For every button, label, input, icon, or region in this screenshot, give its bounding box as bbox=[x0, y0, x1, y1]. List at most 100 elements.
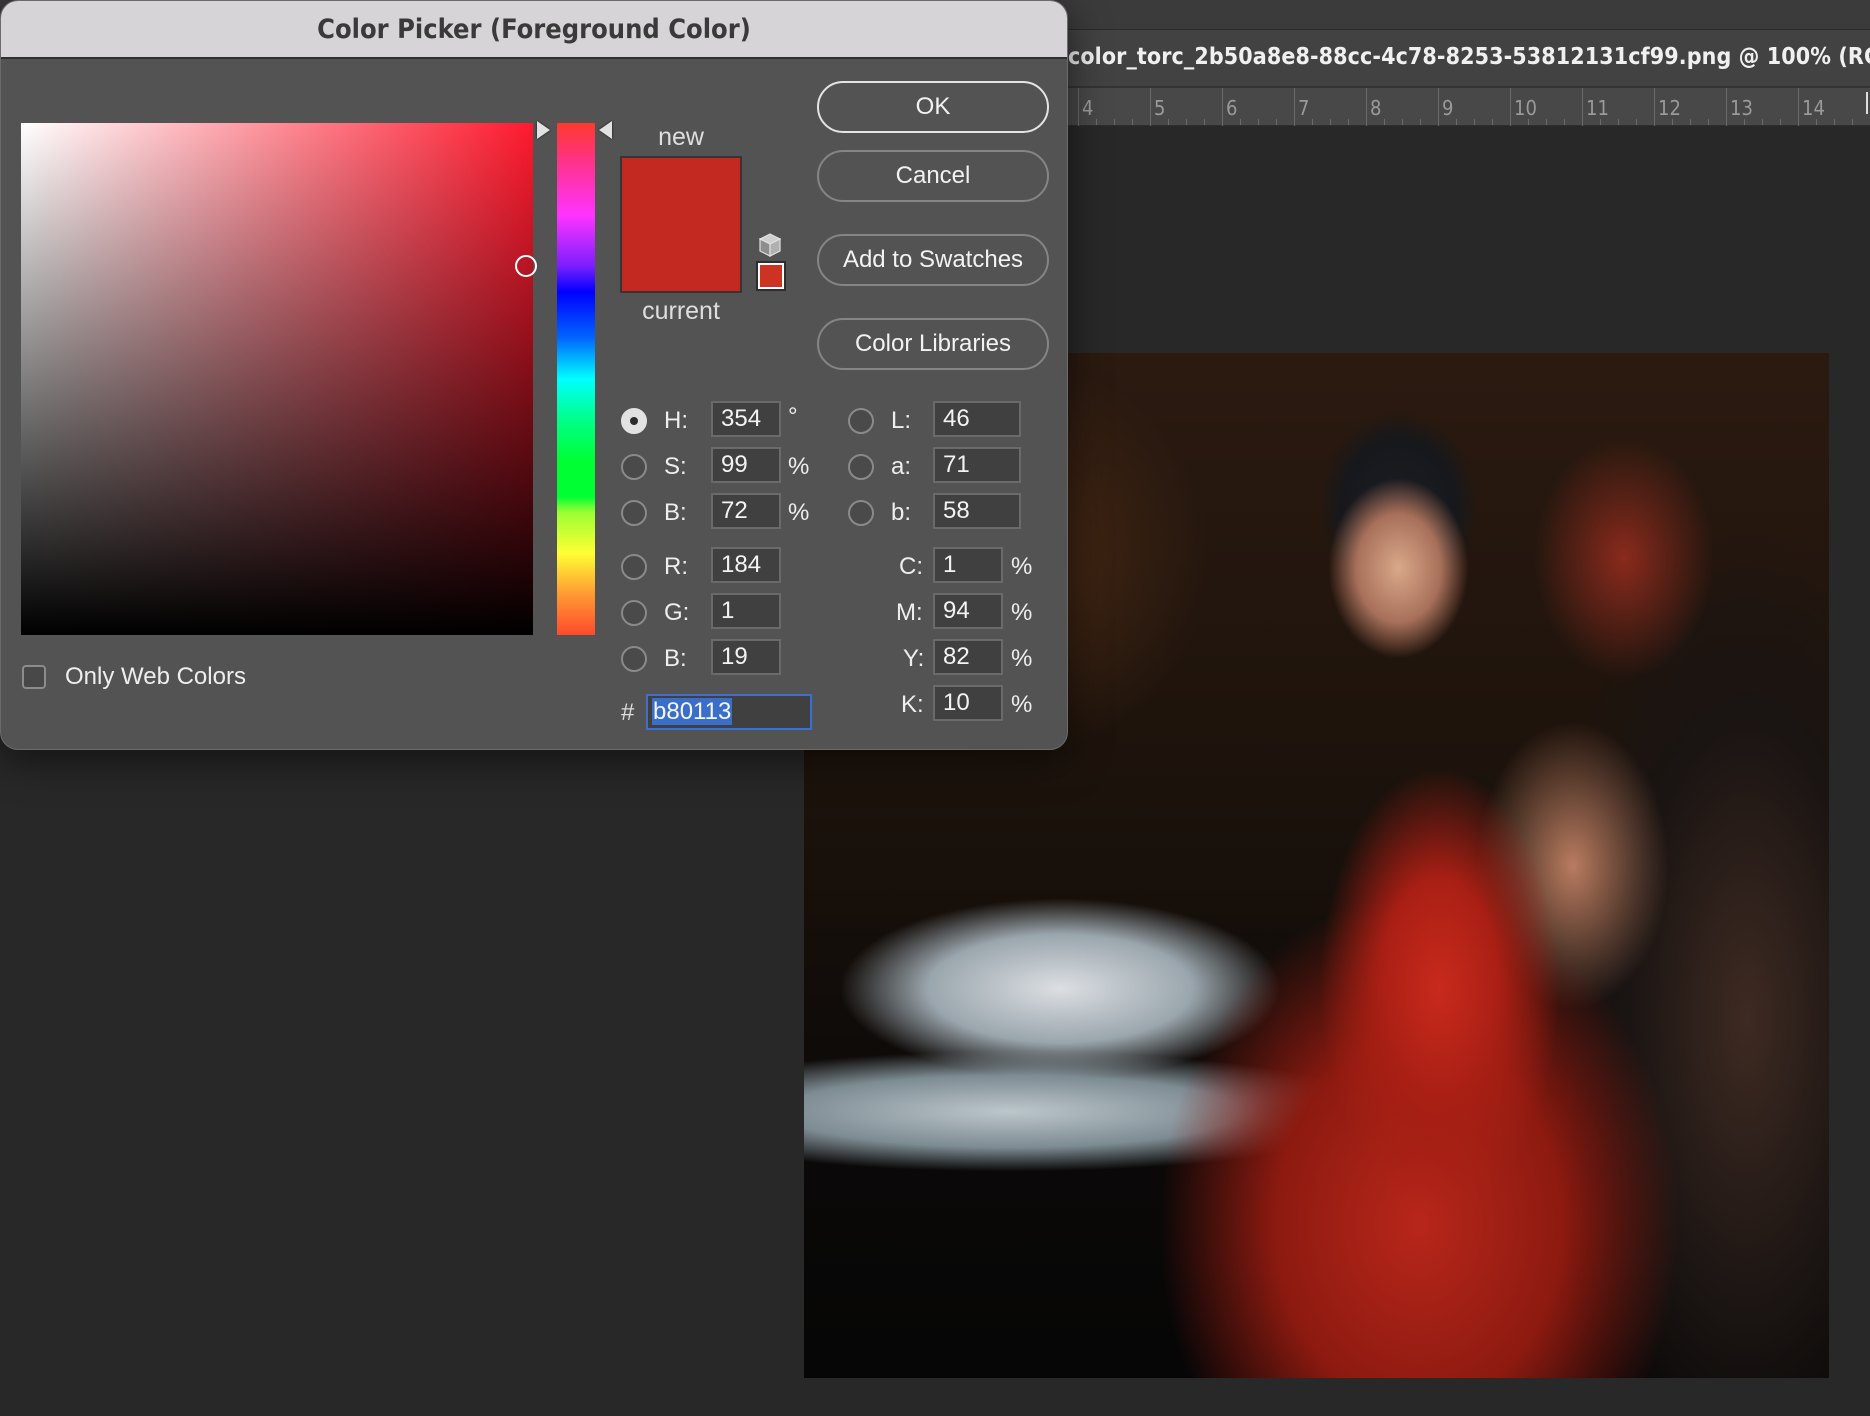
black-unit: % bbox=[1011, 691, 1033, 718]
only-web-colors-label[interactable]: Only Web Colors bbox=[65, 663, 246, 691]
ruler-major-tick bbox=[1726, 88, 1727, 126]
black-label: K: bbox=[901, 691, 924, 718]
cyan-input[interactable]: 1 bbox=[933, 547, 1003, 583]
magenta-input[interactable]: 94 bbox=[933, 593, 1003, 629]
ruler-minor-tick bbox=[1528, 119, 1529, 125]
ruler-major-tick bbox=[1654, 88, 1655, 126]
lab-b-label: b: bbox=[891, 499, 912, 526]
cancel-button[interactable]: Cancel bbox=[817, 150, 1049, 202]
ruler-minor-tick bbox=[1132, 119, 1133, 125]
ruler-minor-tick bbox=[1114, 119, 1115, 125]
color-field-marker[interactable] bbox=[515, 255, 537, 277]
red-radio[interactable] bbox=[621, 554, 647, 580]
only-web-colors-checkbox[interactable] bbox=[22, 665, 46, 689]
hue-input[interactable]: 354 bbox=[711, 401, 781, 437]
red-input[interactable]: 184 bbox=[711, 547, 781, 583]
ruler-minor-tick bbox=[1348, 119, 1349, 125]
ruler-minor-tick bbox=[1564, 119, 1565, 125]
lab-l-label: L: bbox=[891, 407, 912, 434]
saturation-brightness-field[interactable] bbox=[21, 123, 533, 635]
blue-radio[interactable] bbox=[621, 646, 647, 672]
document-tab-title[interactable]: color_torc_2b50a8e8-88cc-4c78-8253-53812… bbox=[1068, 44, 1870, 70]
ruler-minor-tick bbox=[1312, 119, 1313, 125]
current-color-label: current bbox=[642, 297, 720, 325]
hex-hash-label: # bbox=[621, 699, 635, 726]
saturation-input[interactable]: 99 bbox=[711, 447, 781, 483]
ruler-minor-tick bbox=[1852, 119, 1853, 125]
ruler-minor-tick bbox=[1492, 119, 1493, 125]
brightness-radio[interactable] bbox=[621, 500, 647, 526]
ruler-minor-tick bbox=[1276, 119, 1277, 125]
color-preview bbox=[620, 156, 742, 293]
ruler-minor-tick bbox=[1600, 119, 1601, 125]
red-label: R: bbox=[664, 553, 688, 580]
ok-button[interactable]: OK bbox=[817, 81, 1049, 133]
green-input[interactable]: 1 bbox=[711, 593, 781, 629]
hex-value-selected: b80113 bbox=[652, 698, 733, 725]
lab-l-input[interactable]: 46 bbox=[933, 401, 1021, 437]
ruler-major-tick bbox=[1366, 88, 1367, 126]
black-input[interactable]: 10 bbox=[933, 685, 1003, 721]
brightness-label: B: bbox=[664, 499, 687, 526]
hue-slider[interactable] bbox=[557, 123, 595, 635]
hue-radio[interactable] bbox=[621, 408, 647, 434]
cyan-unit: % bbox=[1011, 553, 1033, 580]
ruler-minor-tick bbox=[1420, 119, 1421, 125]
ruler-minor-tick bbox=[1690, 119, 1691, 125]
ruler-minor-tick bbox=[1186, 119, 1187, 125]
ruler-minor-tick bbox=[1780, 119, 1781, 125]
ruler-label: 12 bbox=[1658, 96, 1681, 120]
ruler-minor-tick bbox=[1816, 119, 1817, 125]
ruler-minor-tick bbox=[1456, 119, 1457, 125]
ruler-minor-tick bbox=[1474, 119, 1475, 125]
ruler-cursor-indicator bbox=[1866, 92, 1868, 114]
ruler-minor-tick bbox=[1330, 119, 1331, 125]
lab-a-radio[interactable] bbox=[848, 454, 874, 480]
ruler-major-tick bbox=[1294, 88, 1295, 126]
new-color-label: new bbox=[658, 123, 704, 151]
ruler-minor-tick bbox=[1384, 119, 1385, 125]
yellow-unit: % bbox=[1011, 645, 1033, 672]
websafe-color-swatch[interactable] bbox=[756, 261, 786, 291]
lab-l-radio[interactable] bbox=[848, 408, 874, 434]
ruler-minor-tick bbox=[1708, 119, 1709, 125]
ruler-major-tick bbox=[1438, 88, 1439, 126]
green-label: G: bbox=[664, 599, 690, 626]
ruler-major-tick bbox=[1582, 88, 1583, 126]
hex-input[interactable]: b80113 bbox=[646, 694, 812, 730]
dialog-title: Color Picker (Foreground Color) bbox=[317, 14, 751, 45]
ruler-major-tick bbox=[1078, 88, 1079, 126]
current-color-swatch[interactable] bbox=[622, 224, 740, 291]
cyan-label: C: bbox=[899, 553, 923, 580]
yellow-label: Y: bbox=[903, 645, 925, 672]
ruler-label: 9 bbox=[1442, 96, 1454, 120]
yellow-input[interactable]: 82 bbox=[933, 639, 1003, 675]
brightness-input[interactable]: 72 bbox=[711, 493, 781, 529]
hue-slider-right-arrow-icon[interactable] bbox=[599, 121, 612, 139]
ruler-minor-tick bbox=[1834, 119, 1835, 125]
magenta-unit: % bbox=[1011, 599, 1033, 626]
ruler-major-tick bbox=[1510, 88, 1511, 126]
add-to-swatches-button[interactable]: Add to Swatches bbox=[817, 234, 1049, 286]
ruler-label: 8 bbox=[1370, 96, 1382, 120]
lab-a-label: a: bbox=[891, 453, 912, 480]
hue-label: H: bbox=[664, 407, 688, 434]
color-libraries-button[interactable]: Color Libraries bbox=[817, 318, 1049, 370]
lab-b-input[interactable]: 58 bbox=[933, 493, 1021, 529]
ruler-minor-tick bbox=[1168, 119, 1169, 125]
color-picker-dialog: Color Picker (Foreground Color) new curr… bbox=[0, 0, 1068, 750]
lab-b-radio[interactable] bbox=[848, 500, 874, 526]
hue-unit: ° bbox=[788, 403, 798, 430]
new-color-swatch bbox=[622, 158, 740, 225]
hue-slider-left-arrow-icon[interactable] bbox=[537, 121, 550, 139]
saturation-radio[interactable] bbox=[621, 454, 647, 480]
ruler-minor-tick bbox=[1204, 119, 1205, 125]
green-radio[interactable] bbox=[621, 600, 647, 626]
lab-a-input[interactable]: 71 bbox=[933, 447, 1021, 483]
blue-input[interactable]: 19 bbox=[711, 639, 781, 675]
ruler-label: 4 bbox=[1082, 96, 1094, 120]
photoshop-window: color_torc_2b50a8e8-88cc-4c78-8253-53812… bbox=[0, 0, 1870, 1416]
ruler-minor-tick bbox=[1546, 119, 1547, 125]
ruler-label: 14 bbox=[1802, 96, 1825, 120]
out-of-gamut-cube-icon[interactable] bbox=[758, 232, 782, 258]
